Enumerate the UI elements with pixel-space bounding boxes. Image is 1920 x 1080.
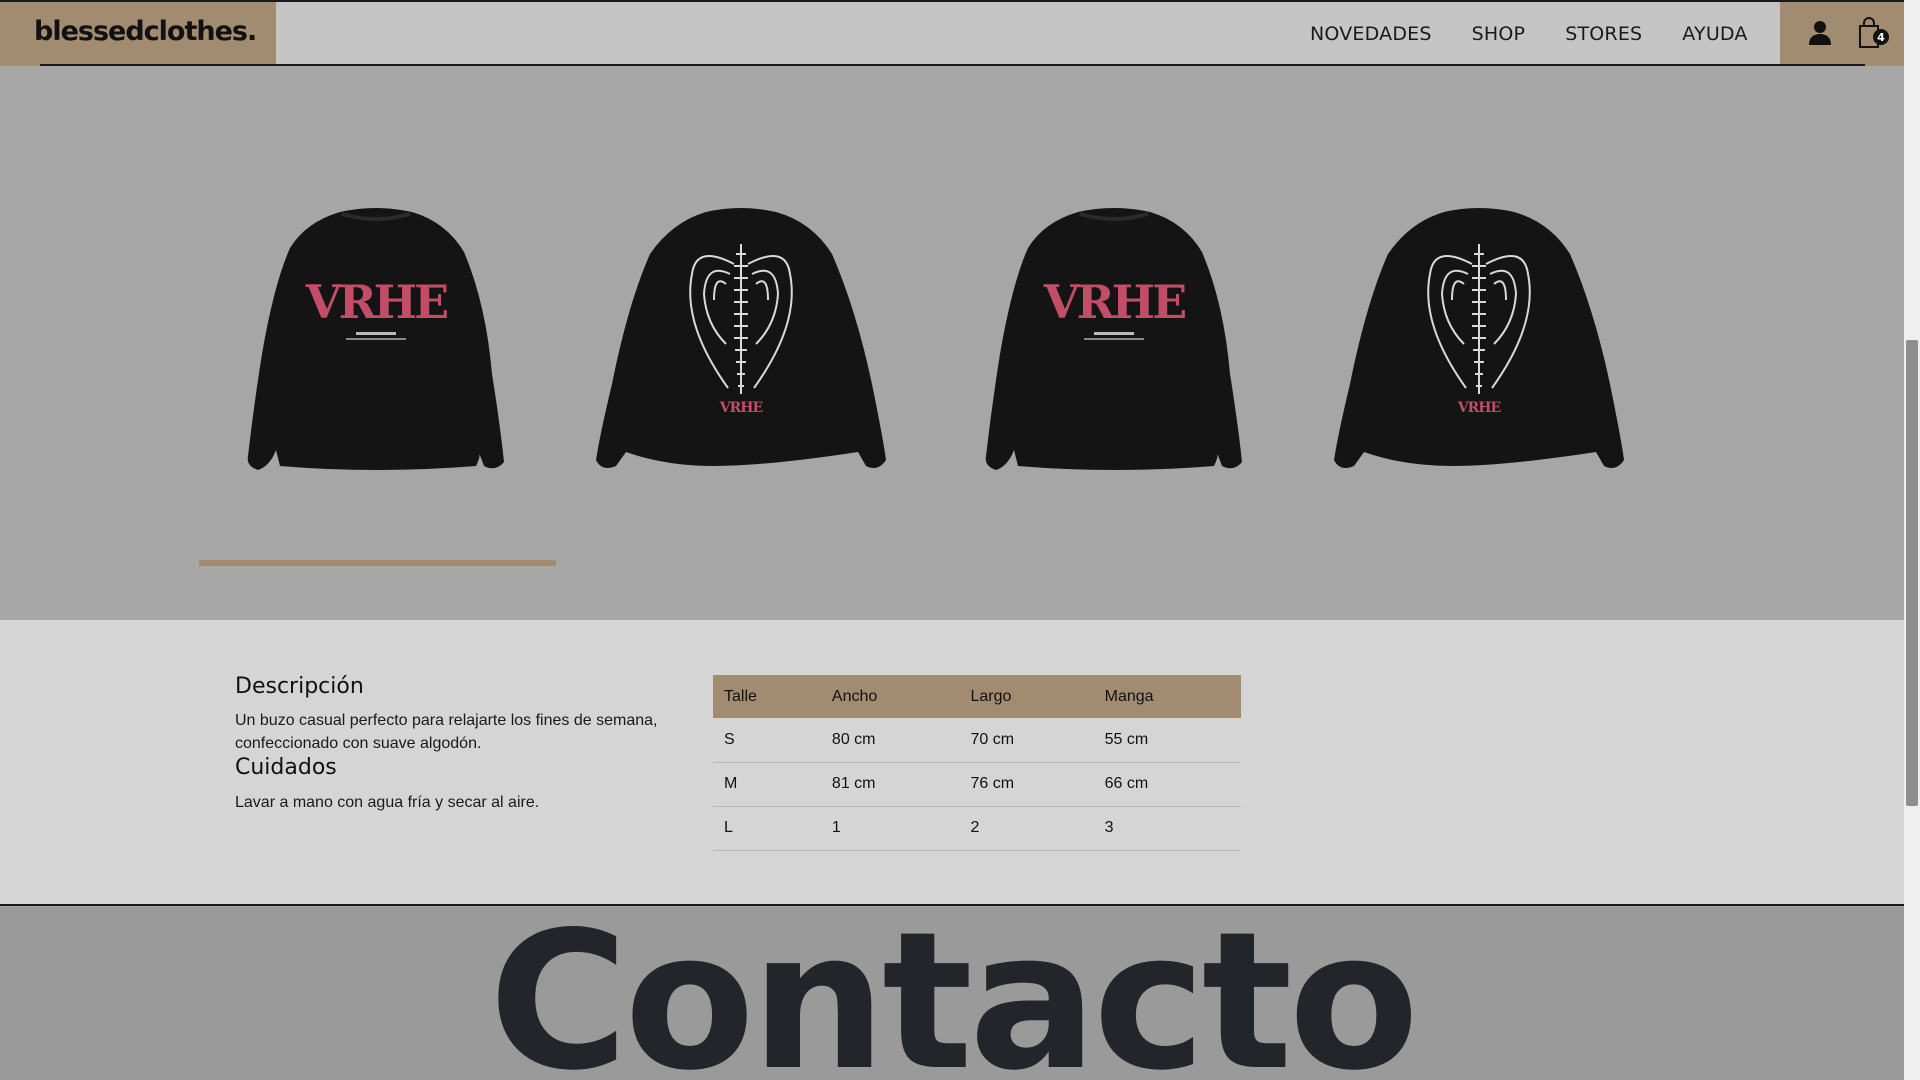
nav-item-stores[interactable]: STORES [1565,23,1642,45]
header-manga: Manga [1093,675,1241,718]
nav-item-shop[interactable]: SHOP [1472,23,1526,45]
header-ancho: Ancho [820,675,960,718]
product-image-back-2[interactable]: VRHE [1334,204,1624,474]
nav-item-ayuda[interactable]: AYUDA [1682,23,1747,45]
product-image-back[interactable]: VRHE [596,204,886,474]
table-cell: 2 [959,806,1094,851]
table-cell: 70 cm [959,718,1094,763]
header-talle: Talle [713,675,821,718]
site-header: blessedclothes. NOVEDADES SHOP STORES AY… [0,0,1904,66]
table-cell: 80 cm [820,718,960,763]
table-cell: 3 [1093,806,1241,851]
description-line-1: Un buzo casual perfecto para relajarte l… [235,712,658,729]
size-table: Talle Ancho Largo Manga S 80 cm 70 cm 55… [713,675,1241,851]
description-line-2: confeccionado con suave algodón. [235,735,482,752]
scrollbar-thumb[interactable] [1906,340,1918,806]
nav-item-novedades[interactable]: NOVEDADES [1310,23,1432,45]
header-largo: Largo [959,675,1094,718]
main-nav: NOVEDADES SHOP STORES AYUDA [1310,2,1788,66]
description-title: Descripción [235,674,364,699]
table-cell: 55 cm [1093,718,1241,763]
table-row: M 81 cm 76 cm 66 cm [713,762,1241,807]
size-table-header: Talle Ancho Largo Manga [713,675,1241,718]
table-cell: 81 cm [820,762,960,807]
product-gallery: VRHE VRHE VRHE VRHE [0,66,1904,620]
table-cell: M [713,762,821,807]
table-cell: 76 cm [959,762,1094,807]
product-image-front[interactable]: VRHE [246,204,506,474]
table-cell: L [713,806,821,851]
logo-container[interactable]: blessedclothes. [0,2,276,66]
table-row: L 1 2 3 [713,806,1241,851]
gallery-progress-bar[interactable] [199,560,556,566]
cart-count: 4 [1877,31,1885,44]
brand-logo[interactable]: blessedclothes. [34,16,257,47]
front-print-text-2: VRHE [1043,275,1185,329]
contact-section: Contacto [0,907,1904,1080]
svg-text:VRHE: VRHE [719,400,763,416]
table-cell: S [713,718,821,763]
contact-title: Contacto [488,907,1419,1080]
care-text: Lavar a mano con agua fría y secar al ai… [235,794,540,811]
svg-text:VRHE: VRHE [1457,400,1501,416]
table-row: S 80 cm 70 cm 55 cm [713,718,1241,763]
page-scrollbar[interactable] [1904,0,1920,1080]
shopping-bag-icon[interactable]: 4 [1856,16,1890,50]
care-title: Cuidados [235,755,337,780]
user-icon[interactable] [1808,20,1832,46]
header-actions: 4 [1780,2,1904,66]
table-cell: 66 cm [1093,762,1241,807]
front-print-text: VRHE [305,275,447,329]
table-cell: 1 [820,806,960,851]
product-details: Descripción Un buzo casual perfecto para… [0,620,1904,906]
product-image-front-2[interactable]: VRHE [984,204,1244,474]
